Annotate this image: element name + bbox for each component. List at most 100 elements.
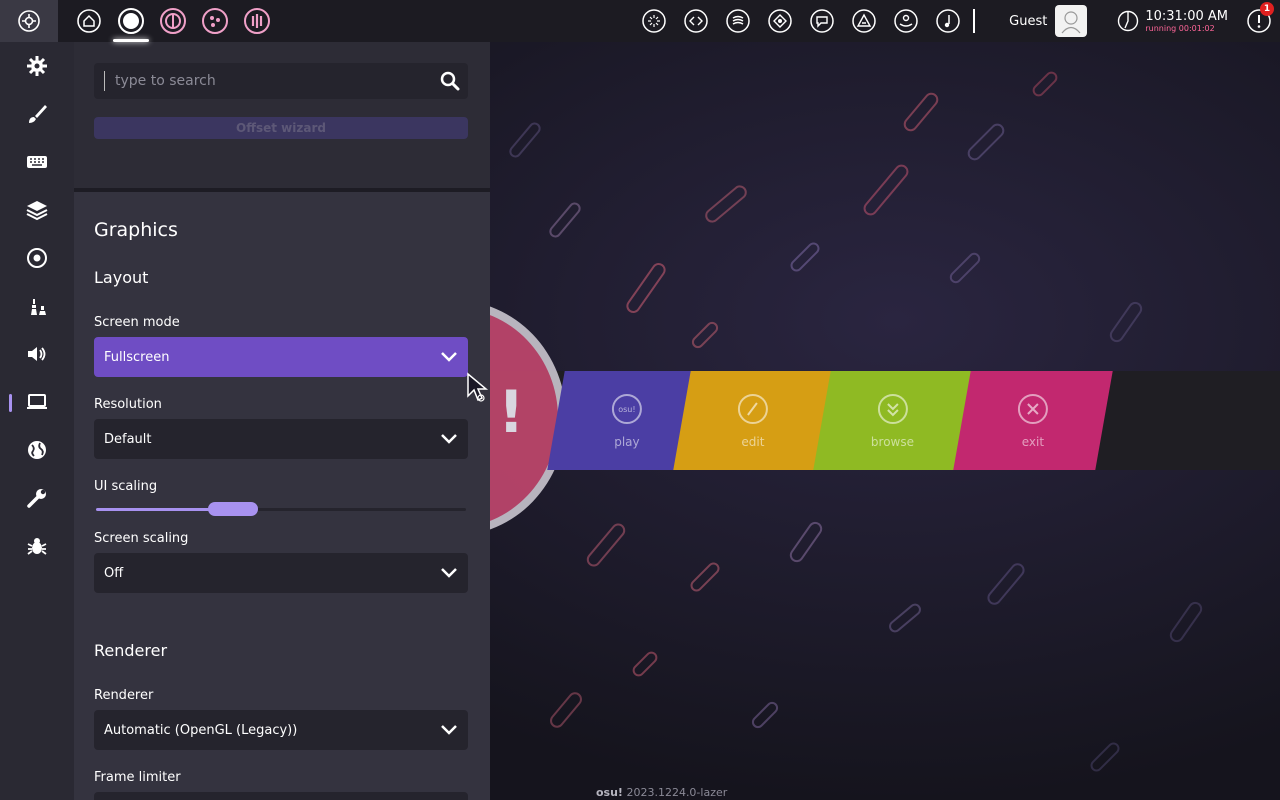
sidebar-item-skin[interactable] (0, 90, 74, 138)
sidebar-item-gameplay[interactable] (0, 234, 74, 282)
renderer-label: Renderer (94, 688, 154, 703)
user-button[interactable]: Guest (985, 5, 1105, 37)
chevron-down-icon (441, 434, 457, 444)
screen-scaling-value: Off (104, 565, 124, 581)
svg-text:osu!: osu! (618, 405, 635, 414)
search-button[interactable] (432, 71, 468, 91)
music-button[interactable] (927, 0, 969, 42)
rankings-icon (768, 9, 792, 33)
exit-button[interactable]: exit (953, 371, 1113, 470)
brush-icon (29, 105, 47, 123)
screen-scaling-label: Screen scaling (94, 531, 189, 546)
sidebar-item-input[interactable] (0, 138, 74, 186)
osu-logo-mark: ! (498, 378, 525, 446)
news-button[interactable] (717, 0, 759, 42)
resolution-value: Default (104, 431, 152, 447)
version-text: osu! 2023.1224.0-lazer (596, 786, 728, 799)
sidebar-item-rulesets[interactable] (0, 282, 74, 330)
changelog-icon (852, 9, 876, 33)
clock-running: running 00:01:02 (1145, 23, 1215, 33)
edit-button[interactable]: edit (673, 371, 833, 470)
offset-wizard-button[interactable]: Offset wizard (94, 117, 468, 139)
layout-subsection-title: Layout (94, 268, 149, 287)
avatar-icon (1061, 11, 1081, 34)
frame-limiter-dropdown[interactable] (94, 792, 468, 800)
toolbar-right: Guest 10:31:00 AM running 00:01:02 1 (633, 0, 1280, 42)
keyboard-icon (27, 156, 47, 168)
clock[interactable]: 10:31:00 AM running 00:01:02 (1105, 10, 1238, 33)
chat-button[interactable] (633, 0, 675, 42)
settings-panel: Offset wizard Graphics Layout Screen mod… (74, 42, 490, 800)
speaker-icon (28, 347, 46, 361)
rankings-button[interactable] (759, 0, 801, 42)
ruleset-mania[interactable] (242, 0, 272, 42)
graphics-section-title: Graphics (94, 219, 178, 241)
gear-icon (27, 56, 47, 76)
renderer-dropdown[interactable]: Automatic (OpenGL (Legacy)) (94, 710, 468, 750)
music-icon (936, 9, 960, 33)
ruleset-selector (74, 0, 272, 42)
close-icon (1018, 393, 1048, 424)
news-icon (726, 9, 750, 33)
notifications-button[interactable]: 1 (1238, 0, 1280, 42)
laptop-icon (27, 394, 47, 409)
target-icon (27, 248, 47, 268)
search-area: Offset wizard (74, 42, 490, 190)
home-icon (77, 9, 101, 33)
pencil-icon (738, 393, 768, 424)
settings-button[interactable] (0, 0, 58, 42)
search-box (94, 63, 468, 99)
ruleset-taiko[interactable] (158, 0, 188, 42)
taiko-ruleset-icon (160, 8, 186, 34)
screen-mode-dropdown[interactable]: Fullscreen (94, 337, 468, 377)
sidebar-item-maintenance[interactable] (0, 186, 74, 234)
clock-time: 10:31:00 AM (1145, 8, 1228, 24)
ui-scaling-label: UI scaling (94, 479, 158, 494)
section-divider (74, 188, 490, 192)
play-label: play (614, 434, 640, 449)
exit-label: exit (1021, 434, 1045, 449)
search-icon (440, 71, 460, 91)
home-button[interactable] (74, 0, 104, 42)
mouse-cursor-icon (467, 372, 489, 402)
sidebar-item-graphics[interactable] (0, 378, 74, 426)
gear-icon (18, 10, 40, 32)
chevron-down-icon (441, 568, 457, 578)
wiki-button[interactable] (885, 0, 927, 42)
screen-mode-value: Fullscreen (104, 349, 170, 365)
double-chevron-down-icon (877, 393, 908, 424)
sidebar-item-audio[interactable] (0, 330, 74, 378)
catch-ruleset-icon (202, 8, 228, 34)
toolbar-separator (973, 9, 976, 33)
sidebar-item-general[interactable] (0, 42, 74, 90)
ruleset-osu[interactable] (113, 0, 149, 42)
sidebar-item-online[interactable] (0, 426, 74, 474)
mania-ruleset-icon (244, 8, 270, 34)
chat-icon (642, 9, 666, 33)
ruleset-catch[interactable] (200, 0, 230, 42)
browse-button[interactable]: browse (813, 371, 973, 470)
changelog-button[interactable] (843, 0, 885, 42)
dashboard-icon (684, 9, 708, 33)
dashboard-button[interactable] (675, 0, 717, 42)
wrench-icon (27, 489, 46, 508)
screen-scaling-dropdown[interactable]: Off (94, 553, 468, 593)
resolution-label: Resolution (94, 397, 162, 412)
wiki-icon (894, 9, 918, 33)
sidebar-item-debug[interactable] (0, 522, 74, 570)
edit-label: edit (741, 434, 765, 449)
slider-knob[interactable] (208, 502, 258, 516)
search-input[interactable] (104, 71, 432, 91)
osu-icon: osu! (612, 393, 642, 424)
frame-limiter-label: Frame limiter (94, 770, 181, 785)
chess-icon (31, 299, 46, 315)
sidebar-item-maintenance-tools[interactable] (0, 474, 74, 522)
clock-icon (1118, 10, 1139, 32)
layers-icon (26, 201, 48, 221)
screen-mode-label: Screen mode (94, 315, 180, 330)
beatmap-listing-button[interactable] (801, 0, 843, 42)
ui-scaling-slider[interactable] (96, 500, 466, 520)
resolution-dropdown[interactable]: Default (94, 419, 468, 459)
chevron-down-icon (441, 352, 457, 362)
avatar (1055, 5, 1088, 37)
